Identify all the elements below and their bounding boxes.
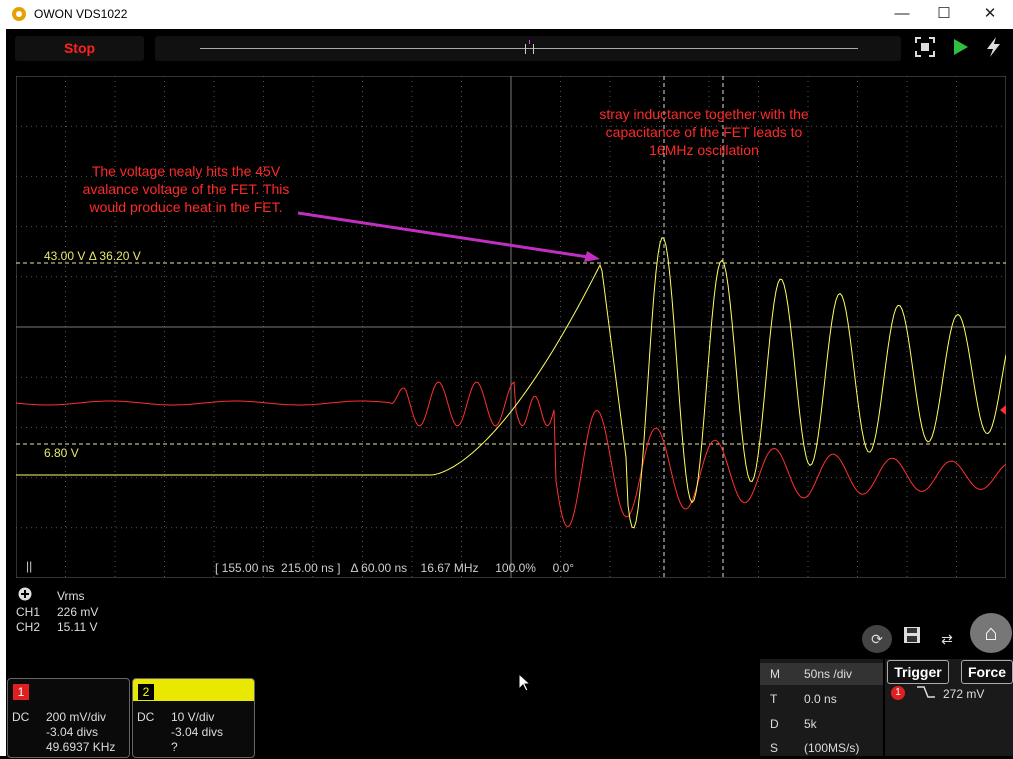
trigger-channel-badge: 1 — [891, 686, 905, 700]
channel-2-offset: -3.04 divs — [171, 725, 224, 739]
horizontal-row-trigger-time[interactable]: T 0.0 ns — [760, 688, 883, 710]
cursor-duty: 100.0% — [495, 561, 536, 575]
horizontal-row-depth[interactable]: D 5k — [760, 713, 883, 735]
autoset-icon[interactable] — [912, 36, 938, 62]
channel-2-scale: 10 V/div — [171, 710, 215, 724]
channel-1-scale: 200 mV/div — [46, 710, 107, 724]
hrow-key: M — [770, 667, 780, 681]
cursor-phase: 0.0° — [552, 561, 575, 575]
hrow-key: D — [770, 717, 779, 731]
hrow-value: 50ns /div — [804, 667, 853, 681]
trigger-button[interactable]: Trigger — [887, 660, 949, 684]
save-icon[interactable] — [897, 625, 927, 653]
measurement-ch1-label: CH1 — [16, 605, 41, 619]
trigger-position-marker[interactable] — [529, 40, 530, 44]
channel-1-offset: -3.04 divs — [46, 725, 99, 739]
horizontal-panel[interactable]: M 50ns /div T 0.0 ns D 5k S (100MS/s) — [760, 659, 883, 756]
close-button[interactable]: ✕ — [975, 4, 1005, 24]
force-button[interactable]: Force — [961, 660, 1013, 684]
timebase-marker — [533, 44, 534, 54]
cursor-lower-label: 6.80 V — [44, 446, 79, 460]
cursor-range: [ 155.00 ns 215.00 ns ] — [215, 561, 341, 575]
channel-1-badge[interactable]: 1 — [13, 684, 29, 700]
measurement-header: Vrms — [57, 589, 85, 603]
hrow-key: T — [770, 692, 778, 706]
left-edge — [0, 29, 6, 756]
hrow-value: 5k — [804, 717, 817, 731]
cursor-info-bar: [ 155.00 ns 215.00 ns ] Δ 60.00 ns 16.67… — [215, 561, 574, 575]
home-icon[interactable]: ⌂ — [970, 613, 1012, 653]
mouse-pointer-icon — [518, 672, 532, 698]
lightning-icon[interactable] — [981, 36, 1007, 62]
toolbar: Stop — [6, 29, 1013, 68]
annotation-oscillation: stray inductance together with the capac… — [599, 106, 809, 158]
channel-2-badge[interactable]: 2 — [138, 684, 154, 700]
swap-icon[interactable]: ⇄ — [932, 625, 962, 653]
cursor-upper-label: 43.00 V Δ 36.20 V — [44, 249, 141, 263]
refresh-home-icon[interactable]: ⟳ — [862, 625, 892, 653]
maximize-button[interactable]: ☐ — [929, 4, 959, 24]
owon-logo-icon — [12, 7, 26, 21]
measurement-ch2-label: CH2 — [16, 620, 41, 634]
pause-indicator: || — [26, 559, 33, 573]
minimize-button[interactable]: — — [887, 4, 917, 24]
stop-button[interactable]: Stop — [15, 36, 144, 61]
title-bar: OWON VDS1022 — ☐ ✕ — [0, 0, 1013, 29]
hrow-key: S — [770, 741, 779, 755]
waveform-display — [7, 69, 1007, 579]
channel-2-panel[interactable]: 2 DC 10 V/div -3.04 divs ? — [132, 678, 255, 758]
window-title: OWON VDS1022 — [34, 7, 128, 21]
channel-2-frequency: ? — [171, 740, 178, 754]
channel-1-frequency: 49.6937 KHz — [46, 740, 116, 754]
annotation-avalanche: The voltage nealy hits the 45V avalance … — [82, 163, 290, 215]
measurement-ch2-value: 15.11 V — [57, 620, 98, 634]
cursor-frequency: 16.67 MHz — [420, 561, 479, 575]
timebase-line — [200, 48, 858, 49]
add-measurement-icon[interactable] — [18, 587, 36, 605]
run-icon[interactable] — [947, 36, 973, 62]
measurement-ch1-value: 226 mV — [57, 605, 99, 619]
timebase-overview[interactable] — [155, 36, 901, 61]
hrow-value: 0.0 ns — [804, 692, 837, 706]
scope-screen[interactable]: The voltage nealy hits the 45V avalance … — [7, 69, 1007, 579]
falling-edge-icon — [915, 684, 937, 705]
channel-2-coupling: DC — [137, 710, 155, 724]
hrow-value: (100MS/s) — [804, 741, 860, 755]
channel-1-panel[interactable]: 1 DC 200 mV/div -3.04 divs 49.6937 KHz — [7, 678, 130, 758]
trigger-level: 272 mV — [943, 687, 985, 701]
channel-1-coupling: DC — [12, 710, 30, 724]
cursor-delta: Δ 60.00 ns — [350, 561, 408, 575]
timebase-marker — [525, 44, 526, 54]
horizontal-row-main[interactable]: M 50ns /div — [760, 663, 883, 685]
